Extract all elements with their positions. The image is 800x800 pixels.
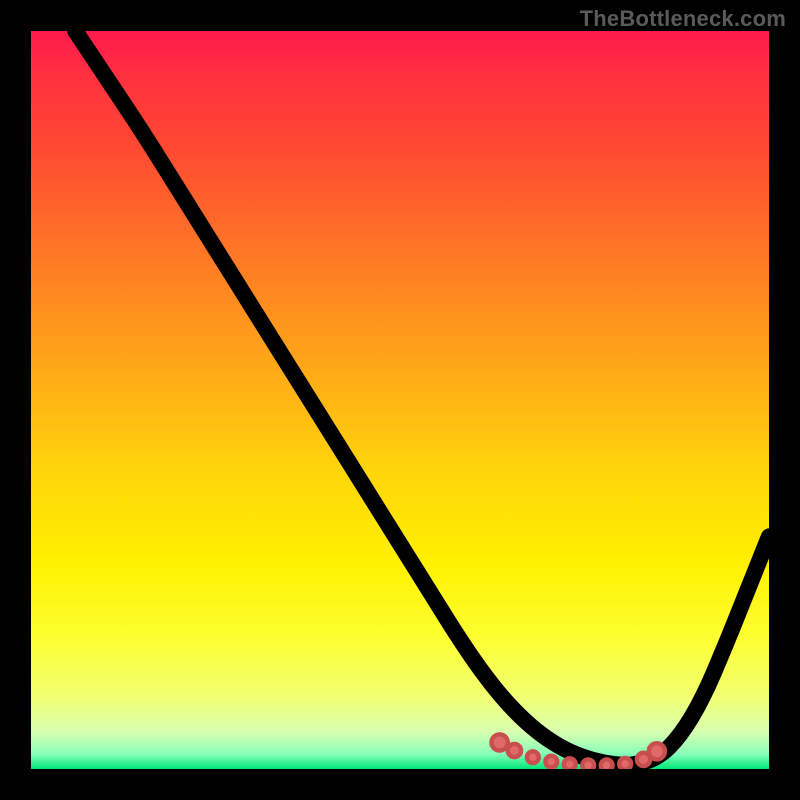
- chart-frame: TheBottleneck.com: [0, 0, 800, 800]
- curve-marker: [619, 758, 631, 769]
- curve-marker: [649, 743, 665, 759]
- curve-marker: [527, 751, 539, 763]
- bottleneck-curve: [75, 31, 769, 765]
- plot-area: [31, 31, 769, 769]
- curve-marker: [582, 759, 594, 769]
- watermark-label: TheBottleneck.com: [580, 6, 786, 32]
- curve-marker: [508, 744, 521, 757]
- curve-layer: [31, 31, 769, 769]
- curve-marker: [564, 758, 576, 769]
- curve-marker: [601, 759, 613, 769]
- curve-marker: [492, 734, 508, 750]
- curve-marker: [545, 756, 557, 768]
